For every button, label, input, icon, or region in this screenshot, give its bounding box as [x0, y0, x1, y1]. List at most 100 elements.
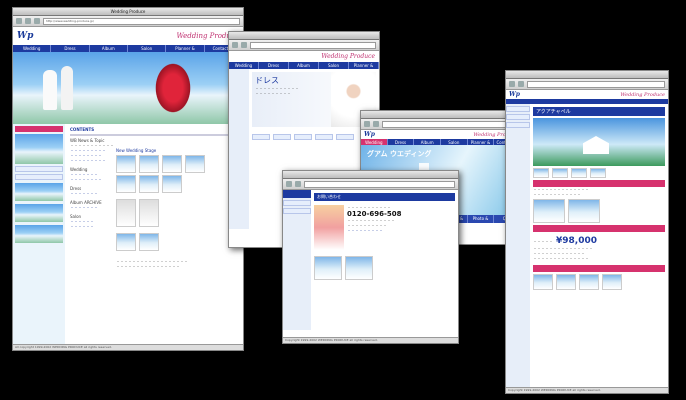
window-title	[361, 111, 521, 119]
sidebar-banner[interactable]	[15, 225, 63, 243]
site-logo[interactable]: Wp	[509, 91, 520, 98]
page-title: アクアチャペル	[536, 109, 571, 115]
album-thumb[interactable]	[139, 233, 159, 251]
browser-toolbar	[229, 40, 379, 51]
section-new-stage: New Wedding Stage	[116, 148, 157, 153]
dress-category[interactable]	[315, 134, 333, 140]
sidebar-link[interactable]	[15, 166, 63, 172]
back-icon[interactable]	[232, 42, 238, 48]
site-logo[interactable]: Wp	[364, 131, 375, 138]
stage-thumb[interactable]	[162, 175, 182, 193]
nav-album[interactable]: Album	[90, 45, 128, 52]
nav-planner[interactable]: Planner & Coordinator	[349, 62, 379, 75]
page-title: ドレス	[255, 76, 279, 85]
dress-thumb[interactable]	[116, 199, 136, 227]
chapel-icon[interactable]	[590, 168, 606, 178]
stage-thumb[interactable]	[116, 175, 136, 193]
address-bar[interactable]: http://www.wedding-produce.jp/	[43, 17, 240, 25]
sidebar-link[interactable]	[15, 174, 63, 180]
contact-photo	[314, 205, 344, 250]
dress-category[interactable]	[336, 134, 354, 140]
browser-toolbar	[283, 179, 458, 190]
album-link[interactable]: ・・・・・・・	[70, 205, 110, 210]
site-logo[interactable]: Wp	[17, 31, 33, 41]
window-title	[283, 171, 458, 179]
address-bar[interactable]	[527, 80, 665, 88]
page-title: グアム ウエディング	[367, 150, 432, 158]
section-header	[533, 180, 665, 187]
salon-link[interactable]: ・・・・・・	[70, 224, 110, 229]
nav-album[interactable]: Album	[289, 62, 319, 69]
section-header	[533, 225, 665, 232]
album-thumb[interactable]	[116, 233, 136, 251]
stage-thumb[interactable]	[139, 155, 159, 173]
stage-thumb[interactable]	[185, 155, 205, 173]
email-link[interactable]: ・・・・・・・・・	[347, 228, 455, 233]
footer-copyright: Copyright 1999-2002 WEDDING PRODUCE all …	[283, 337, 458, 343]
interior-photo	[533, 199, 565, 223]
nav-planner[interactable]: Planner & Coordinator	[166, 45, 205, 58]
left-sidebar	[506, 104, 530, 393]
chapel-icon[interactable]	[552, 168, 568, 178]
nav-salon[interactable]: Salon	[319, 62, 349, 69]
chapel-icon[interactable]	[533, 168, 549, 178]
sidebar-link[interactable]	[283, 200, 311, 206]
address-bar[interactable]	[250, 41, 376, 49]
stage-thumb[interactable]	[116, 155, 136, 173]
sidebar-link[interactable]	[506, 122, 530, 128]
brand-title: Wedding Produce	[321, 53, 375, 60]
sidebar-link[interactable]	[506, 114, 530, 120]
dress-category[interactable]	[273, 134, 291, 140]
main-nav: Wedding Dress Album Salon Planner & Coor…	[229, 62, 379, 75]
sidebar-banner[interactable]	[15, 183, 63, 201]
forward-icon[interactable]	[25, 18, 31, 24]
back-icon[interactable]	[16, 18, 22, 24]
map-thumb	[345, 256, 373, 280]
back-icon[interactable]	[286, 181, 292, 187]
stage-thumb[interactable]	[162, 155, 182, 173]
screenshot-collage: { "windows": { "w1": { "title": "Wedding…	[0, 0, 686, 400]
gallery-thumb[interactable]	[556, 274, 576, 290]
window-title	[506, 71, 668, 79]
forward-icon[interactable]	[241, 42, 247, 48]
news-link[interactable]: ・・・・・・・・・	[70, 158, 110, 163]
chapel-icon[interactable]	[571, 168, 587, 178]
map-thumb	[314, 256, 342, 280]
browser-window-chapel[interactable]: Wp Wedding Produce アクアチャペル ・・・・・・・・・・・・・…	[505, 70, 669, 394]
sidebar-header	[15, 126, 63, 132]
forward-icon[interactable]	[295, 181, 301, 187]
reload-icon[interactable]	[34, 18, 40, 24]
nav-dress[interactable]: Dress	[51, 45, 90, 52]
contents-label: CONTENTS	[70, 127, 95, 132]
wedding-link[interactable]: ・・・・・・・・	[70, 177, 110, 182]
nav-salon[interactable]: Salon	[128, 45, 167, 52]
nav-dress[interactable]: Dress	[259, 62, 289, 69]
dress-thumb[interactable]	[139, 199, 159, 227]
nav-wedding[interactable]: Wedding	[13, 45, 52, 52]
nav-wedding[interactable]: Wedding	[229, 62, 259, 69]
sidebar-link[interactable]	[506, 106, 530, 112]
stage-thumb[interactable]	[139, 175, 159, 193]
sidebar-banner[interactable]	[15, 204, 63, 222]
dress-link[interactable]: ・・・・・・・	[70, 191, 110, 196]
browser-window-contact[interactable]: お問い合わせ ・・・・・・・・・・・ 0120-696-508 ・・・・・・・・…	[282, 170, 459, 344]
dress-category[interactable]	[294, 134, 312, 140]
browser-toolbar: http://www.wedding-produce.jp/	[13, 16, 243, 27]
chapel-photo	[533, 118, 665, 166]
address-bar[interactable]	[304, 180, 455, 188]
gallery-thumb[interactable]	[602, 274, 622, 290]
address-bar[interactable]	[382, 120, 518, 128]
browser-window-home[interactable]: Wedding Produce http://www.wedding-produ…	[12, 7, 244, 351]
sidebar-link[interactable]	[283, 208, 311, 214]
back-icon[interactable]	[509, 81, 515, 87]
dress-category[interactable]	[252, 134, 270, 140]
contact-phone: 0120-696-508	[347, 210, 402, 218]
nav-photo[interactable]: Photo & Movie	[468, 215, 495, 228]
back-icon[interactable]	[364, 121, 370, 127]
gallery-thumb[interactable]	[579, 274, 599, 290]
forward-icon[interactable]	[373, 121, 379, 127]
gallery-thumb[interactable]	[533, 274, 553, 290]
left-sidebar	[283, 190, 311, 330]
footer-copyright: All copyright 1999-2002 WEDDING PRODUCE …	[13, 344, 243, 350]
forward-icon[interactable]	[518, 81, 524, 87]
